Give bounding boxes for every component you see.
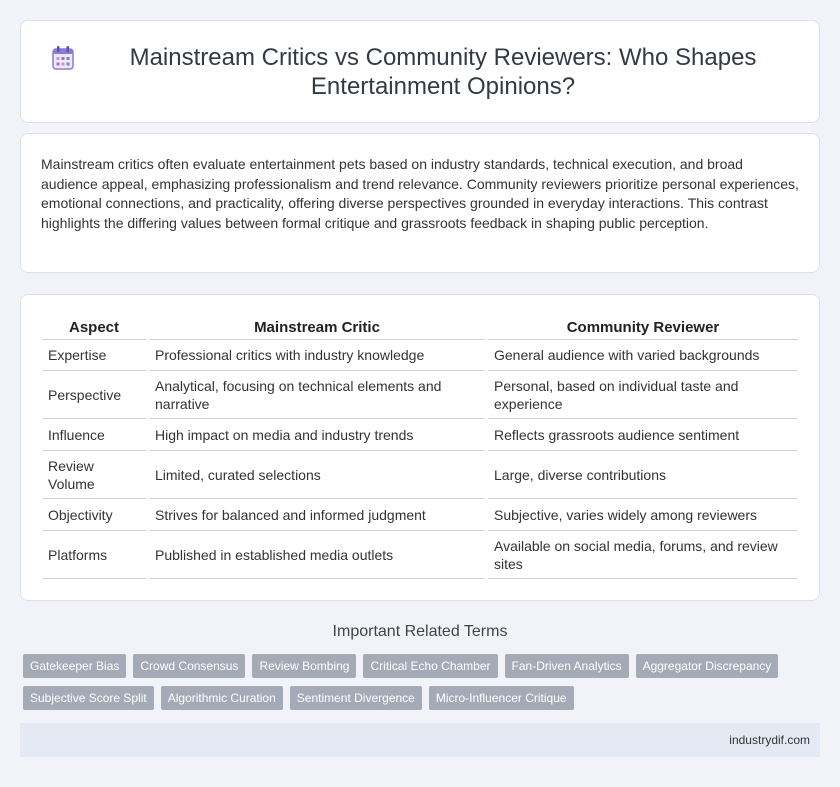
header-community-reviewer: Community Reviewer — [488, 313, 798, 340]
cell-community: Reflects grassroots audience sentiment — [488, 419, 798, 451]
footer-site-link[interactable]: industrydif.com — [729, 733, 810, 747]
intro-card: Mainstream critics often evaluate entert… — [20, 133, 820, 273]
header-aspect: Aspect — [42, 313, 146, 340]
cell-mainstream: Professional critics with industry knowl… — [149, 340, 485, 371]
related-terms-list: Gatekeeper Bias Crowd Consensus Review B… — [20, 654, 820, 718]
cell-aspect: Review Volume — [42, 451, 146, 499]
table-row: Expertise Professional critics with indu… — [42, 340, 798, 371]
cell-mainstream: Analytical, focusing on technical elemen… — [149, 371, 485, 419]
term-tag[interactable]: Aggregator Discrepancy — [635, 654, 779, 678]
term-tag[interactable]: Micro-Influencer Critique — [428, 686, 574, 710]
term-tag[interactable]: Gatekeeper Bias — [23, 654, 127, 678]
table-row: Influence High impact on media and indus… — [42, 419, 798, 451]
cell-community: Personal, based on individual taste and … — [488, 371, 798, 419]
title-wrap: Mainstream Critics vs Community Reviewer… — [51, 43, 789, 101]
term-tag[interactable]: Sentiment Divergence — [289, 686, 422, 710]
table-row: Objectivity Strives for balanced and inf… — [42, 499, 798, 531]
intro-paragraph: Mainstream critics often evaluate entert… — [41, 156, 799, 231]
cell-community: Subjective, varies widely among reviewer… — [488, 499, 798, 531]
term-tag[interactable]: Fan-Driven Analytics — [504, 654, 629, 678]
term-tag[interactable]: Crowd Consensus — [133, 654, 246, 678]
term-tag[interactable]: Algorithmic Curation — [160, 686, 283, 710]
cell-mainstream: Limited, curated selections — [149, 451, 485, 499]
footer: industrydif.com — [20, 723, 820, 757]
table-header-row: Aspect Mainstream Critic Community Revie… — [42, 313, 798, 340]
cell-mainstream: Published in established media outlets — [149, 531, 485, 579]
cell-community: General audience with varied backgrounds — [488, 340, 798, 371]
cell-aspect: Influence — [42, 419, 146, 451]
cell-aspect: Platforms — [42, 531, 146, 579]
cell-community: Available on social media, forums, and r… — [488, 531, 798, 579]
cell-aspect: Perspective — [42, 371, 146, 419]
cell-community: Large, diverse contributions — [488, 451, 798, 499]
page: Mainstream Critics vs Community Reviewer… — [0, 0, 840, 787]
cell-mainstream: Strives for balanced and informed judgme… — [149, 499, 485, 531]
header-mainstream-critic: Mainstream Critic — [149, 313, 485, 340]
table-row: Perspective Analytical, focusing on tech… — [42, 371, 798, 419]
cell-mainstream: High impact on media and industry trends — [149, 419, 485, 451]
term-tag[interactable]: Subjective Score Split — [23, 686, 154, 710]
comparison-table: Aspect Mainstream Critic Community Revie… — [39, 313, 801, 579]
cell-aspect: Objectivity — [42, 499, 146, 531]
term-tag[interactable]: Review Bombing — [252, 654, 357, 678]
title-card: Mainstream Critics vs Community Reviewer… — [20, 20, 820, 123]
related-terms-title: Important Related Terms — [332, 623, 508, 640]
page-title: Mainstream Critics vs Community Reviewer… — [129, 43, 757, 100]
table-row: Review Volume Limited, curated selection… — [42, 451, 798, 499]
table-row: Platforms Published in established media… — [42, 531, 798, 579]
cell-aspect: Expertise — [42, 340, 146, 371]
term-tag[interactable]: Critical Echo Chamber — [363, 654, 498, 678]
comparison-card: Aspect Mainstream Critic Community Revie… — [20, 294, 820, 601]
calendar-icon — [52, 45, 74, 70]
